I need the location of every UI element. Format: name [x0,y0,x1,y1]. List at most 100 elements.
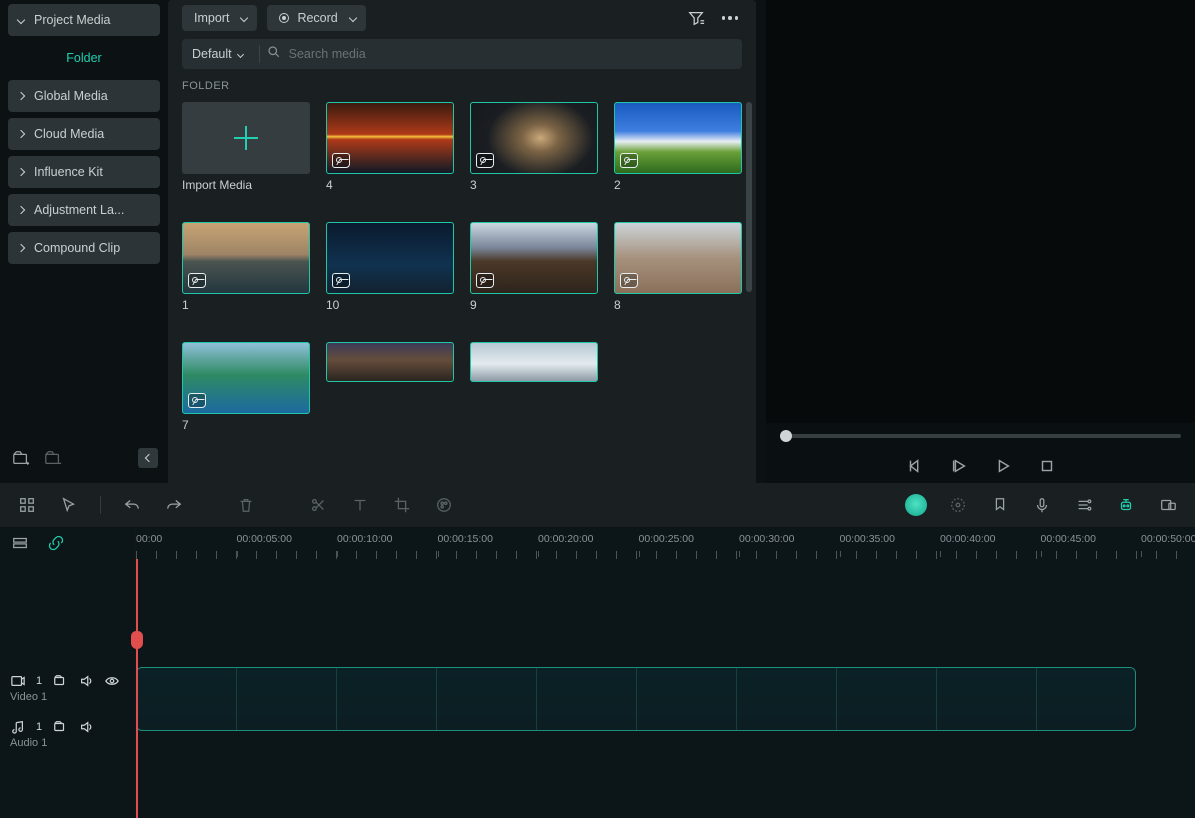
timeline-overview-button[interactable] [10,533,30,553]
undo-button[interactable] [121,494,143,516]
sidebar-item-adjustment-layer[interactable]: Adjustment La... [8,194,160,226]
new-folder-button[interactable] [10,447,32,469]
search-icon [266,44,281,64]
stop-button[interactable] [1037,456,1057,476]
video-track-index: 1 [36,675,42,687]
import-dropdown[interactable]: Import [182,5,257,31]
track-mute-icon[interactable] [78,719,94,735]
ruler-tick: 00:00:45:00 [1041,533,1096,545]
sidebar-sub-label: Folder [66,51,101,65]
next-frame-button[interactable] [993,456,1013,476]
record-label: Record [297,11,337,25]
media-thumbnail[interactable] [470,222,598,294]
time-ruler[interactable]: 00:0000:00:05:0000:00:10:0000:00:15:0000… [136,527,1195,559]
ruler-tick: 00:00:20:00 [538,533,593,545]
delete-button[interactable] [235,494,257,516]
media-thumbnail[interactable] [614,102,742,174]
media-thumbnail[interactable] [470,342,598,382]
render-button[interactable] [1157,494,1179,516]
link-toggle-button[interactable] [46,533,66,553]
media-thumbnail-label: 9 [470,298,598,312]
text-button[interactable] [349,494,371,516]
voiceover-button[interactable] [1031,494,1053,516]
video-clip[interactable] [136,667,1136,731]
audio-lane[interactable] [136,757,1195,797]
preview-scrubber[interactable] [766,423,1195,449]
sidebar-item-influence-kit[interactable]: Influence Kit [8,156,160,188]
marker-button[interactable] [989,494,1011,516]
track-lock-icon[interactable] [52,719,68,735]
sidebar-item-label: Cloud Media [34,127,104,141]
media-thumbnail[interactable] [470,102,598,174]
chevron-down-icon [348,14,356,22]
preview-panel [766,0,1195,483]
track-visibility-icon[interactable] [104,673,120,689]
record-dropdown[interactable]: Record [267,5,365,31]
sidebar-item-global-media[interactable]: Global Media [8,80,160,112]
scrub-handle[interactable] [780,430,792,442]
media-grid: Import Media432110987 [168,102,756,444]
search-input[interactable] [281,47,742,61]
split-button[interactable] [307,494,329,516]
select-tool-button[interactable] [58,494,80,516]
chevron-down-icon [240,14,248,22]
filter-button[interactable] [684,6,708,30]
media-thumbnail[interactable] [326,102,454,174]
audio-track-name: Audio 1 [10,737,125,749]
import-media-label: Import Media [182,178,310,192]
more-options-button[interactable] [718,6,742,30]
caret-right-icon [17,244,25,252]
audio-track-index: 1 [36,721,42,733]
sort-dropdown[interactable]: Default [182,47,253,61]
video-track-icon [10,673,26,689]
chevron-down-icon [237,50,244,57]
media-thumbnail[interactable] [182,222,310,294]
sidebar-item-label: Influence Kit [34,165,103,179]
remove-folder-button[interactable] [42,447,64,469]
audio-mixer-button[interactable] [1073,494,1095,516]
media-thumbnail[interactable] [326,222,454,294]
color-button[interactable] [433,494,455,516]
redo-button[interactable] [163,494,185,516]
media-thumbnail[interactable] [326,342,454,382]
sidebar-sub-folder[interactable]: Folder [8,42,160,74]
media-thumbnail[interactable] [614,222,742,294]
sidebar-item-label: Project Media [34,13,110,27]
track-mute-icon[interactable] [78,673,94,689]
track-lock-icon[interactable] [52,673,68,689]
crop-button[interactable] [391,494,413,516]
playhead-handle[interactable] [131,631,143,649]
plus-icon [234,126,258,150]
sidebar-item-label: Adjustment La... [34,203,124,217]
timeline: 1 Video 1 1 Audio 1 00:0000:00:05:0000:0… [0,527,1195,818]
grid-view-button[interactable] [16,494,38,516]
search-bar: Default [182,39,742,69]
play-pause-button[interactable] [949,456,969,476]
video-lane[interactable] [136,667,1195,731]
sidebar-item-label: Compound Clip [34,241,120,255]
sidebar-item-compound-clip[interactable]: Compound Clip [8,232,160,264]
caret-right-icon [17,92,25,100]
playhead[interactable] [136,559,138,818]
ai-tools-button[interactable] [905,494,927,516]
video-track-name: Video 1 [10,691,125,703]
import-media-card[interactable] [182,102,310,174]
audio-track-header[interactable]: 1 Audio 1 [0,713,135,753]
media-scrollbar[interactable] [746,102,752,483]
sort-label: Default [192,47,232,61]
ruler-tick: 00:00:25:00 [639,533,694,545]
collapse-sidebar-button[interactable] [138,448,158,468]
sidebar-item-project-media[interactable]: Project Media [8,4,160,36]
caret-right-icon [17,168,25,176]
caret-right-icon [17,206,25,214]
timeline-lanes[interactable]: 00:0000:00:05:0000:00:10:0000:00:15:0000… [136,527,1195,818]
sidebar-item-cloud-media[interactable]: Cloud Media [8,118,160,150]
prev-frame-button[interactable] [905,456,925,476]
auto-edit-button[interactable] [1115,494,1137,516]
video-track-header[interactable]: 1 Video 1 [0,667,135,707]
timeline-toolbar [0,483,1195,527]
ruler-tick: 00:00:50:00 [1141,533,1195,545]
keyframe-mode-button[interactable] [947,494,969,516]
media-thumbnail[interactable] [182,342,310,414]
image-badge-icon [620,153,638,168]
